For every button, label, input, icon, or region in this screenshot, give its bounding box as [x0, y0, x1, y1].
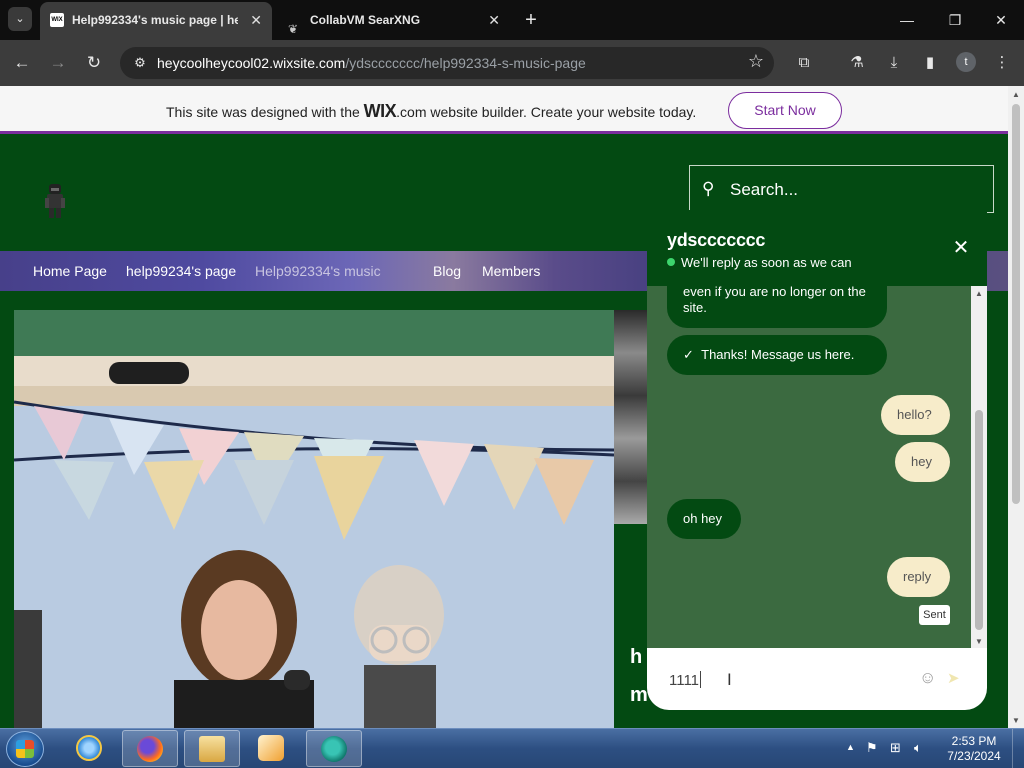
screen: ⌄ WIX Help992334's music page | hel ✕ ❦ … [0, 0, 1024, 768]
nav-help99234-page[interactable]: help99234's page [126, 263, 236, 279]
message-bubble: ✓ Thanks! Message us here. [667, 335, 887, 375]
nav-music-page[interactable]: Help992334's music [255, 263, 381, 279]
side-panel-icon[interactable]: ▮ [919, 52, 941, 74]
show-hidden-icons-chevron-icon[interactable]: ▲ [846, 742, 855, 752]
url-path: /ydsccccccc/help992334-s-music-page [345, 55, 586, 71]
start-button[interactable] [6, 731, 44, 767]
taskbar-file-explorer[interactable] [184, 730, 240, 767]
taskbar-chrome-app[interactable] [306, 730, 362, 767]
profile-avatar[interactable]: t [956, 52, 976, 72]
emoji-icon[interactable]: ☺ [919, 668, 936, 688]
mouse-ibeam-cursor: I [727, 670, 732, 689]
site-logo-avatar[interactable] [40, 184, 70, 220]
taskbar-internet-explorer[interactable] [62, 730, 118, 767]
hero-photo [14, 310, 614, 728]
site-search-input[interactable]: ⚲ Search... [689, 165, 994, 213]
chat-message-input[interactable]: 1111 I ☺ ➤ [647, 648, 987, 710]
taskbar-media-player[interactable] [244, 730, 300, 767]
extensions-icon[interactable]: ⧉ [793, 52, 815, 74]
browser-toolbar: ← → ↻ ⚙ heycoolheycool02.wixsite.com/yds… [0, 40, 1024, 86]
sent-status-label: Sent [919, 605, 950, 625]
chat-widget: ydsccccccc We'll reply as soon as we can… [647, 210, 987, 710]
message-bubble: hello? [881, 395, 950, 435]
partial-heading: m [630, 684, 648, 706]
message-bubble: even if you are no longer on the site. [667, 286, 887, 328]
nav-blog[interactable]: Blog [433, 263, 461, 279]
chat-scrollbar[interactable]: ▲ ▼ [971, 286, 987, 648]
tab-close-icon[interactable]: ✕ [250, 2, 262, 38]
message-bubble: hey [895, 442, 950, 482]
tab-music-page[interactable]: WIX Help992334's music page | hel ✕ [40, 2, 272, 40]
text-caret [700, 671, 702, 688]
scroll-down-arrow[interactable]: ▼ [1008, 716, 1024, 725]
scroll-thumb[interactable] [1012, 104, 1020, 504]
chat-header: ydsccccccc We'll reply as soon as we can… [647, 210, 987, 286]
scroll-up-arrow[interactable]: ▲ [1008, 90, 1024, 99]
windows-taskbar: ▲ ⚑ ⊞ 🔈︎ 2:53 PM 7/23/2024 [0, 728, 1024, 768]
browser-app-icon [321, 736, 347, 762]
tab-title: CollabVM SearXNG [310, 13, 421, 27]
site-info-icon[interactable]: ⚙ [130, 53, 150, 73]
new-tab-button[interactable]: + [520, 6, 542, 34]
tab-searxng[interactable]: ❦ CollabVM SearXNG ✕ [278, 4, 510, 36]
scroll-down-arrow[interactable]: ▼ [971, 637, 987, 646]
menu-kebab-icon[interactable]: ⋮ [991, 52, 1013, 74]
message-bubble: oh hey [667, 499, 741, 539]
wix-logo[interactable]: WIX [364, 101, 397, 121]
chat-messages[interactable]: even if you are no longer on the site. ✓… [647, 286, 987, 648]
reload-button[interactable]: ↻ [81, 50, 107, 76]
wix-banner-text: This site was designed with the WIX.com … [166, 101, 697, 121]
forward-button[interactable]: → [45, 50, 71, 76]
send-icon[interactable]: ➤ [947, 669, 960, 687]
chat-business-name: ydsccccccc [667, 230, 766, 250]
wix-ad-banner: This site was designed with the WIX.com … [0, 86, 1008, 134]
browser-tab-bar: ⌄ WIX Help992334's music page | hel ✕ ❦ … [0, 0, 1024, 40]
nav-home-page[interactable]: Home Page [33, 263, 107, 279]
folder-icon [199, 736, 225, 762]
search-icon: ⚲ [702, 179, 715, 198]
volume-icon[interactable]: 🔈︎ [914, 740, 922, 756]
side-image-strip [614, 310, 648, 524]
partial-heading: h [630, 646, 643, 668]
nav-members[interactable]: Members [482, 263, 540, 279]
clock-date: 7/23/2024 [947, 749, 1001, 763]
leaf-icon: ❦ [288, 22, 299, 36]
message-bubble: reply [887, 557, 950, 597]
firefox-icon [137, 736, 163, 762]
check-icon: ✓ [683, 347, 694, 362]
taskbar-clock[interactable]: 2:53 PM 7/23/2024 [945, 734, 1003, 764]
online-status-dot [667, 258, 675, 266]
tab-search-button[interactable]: ⌄ [8, 7, 32, 31]
back-button[interactable]: ← [9, 50, 35, 76]
maximize-button[interactable]: ❐ [932, 0, 978, 40]
address-bar[interactable]: ⚙ heycoolheycool02.wixsite.com/ydscccccc… [120, 47, 774, 79]
bookmark-star-icon[interactable]: ☆ [748, 51, 764, 72]
minimize-button[interactable]: — [884, 0, 930, 40]
search-placeholder: Search... [730, 180, 799, 199]
download-icon[interactable]: ⤓ [883, 52, 905, 74]
start-now-button[interactable]: Start Now [728, 92, 842, 129]
page-scrollbar[interactable]: ▲ ▼ [1008, 86, 1024, 728]
action-center-flag-icon[interactable]: ⚑ [866, 740, 878, 756]
internet-explorer-icon [76, 735, 102, 761]
labs-flask-icon[interactable]: ⚗ [846, 52, 868, 74]
url-text: heycoolheycool02.wixsite.com/ydsccccccc/… [157, 55, 586, 71]
chat-scroll-thumb[interactable] [975, 410, 983, 630]
chat-close-icon[interactable]: ✕ [949, 236, 973, 260]
close-window-button[interactable]: ✕ [978, 0, 1024, 40]
media-player-icon [258, 735, 284, 761]
network-icon[interactable]: ⊞ [890, 740, 901, 756]
tab-close-icon[interactable]: ✕ [488, 4, 500, 36]
wix-favicon-icon: WIX [50, 13, 64, 27]
scroll-up-arrow[interactable]: ▲ [971, 289, 987, 298]
show-desktop-button[interactable] [1012, 729, 1024, 768]
taskbar-firefox[interactable] [122, 730, 178, 767]
chat-input-value: 1111 [669, 671, 702, 689]
clock-time: 2:53 PM [951, 734, 997, 748]
windows-logo-icon [16, 740, 34, 758]
url-host: heycoolheycool02.wixsite.com [157, 55, 346, 71]
tab-title: Help992334's music page | hel [72, 13, 238, 27]
chat-status: We'll reply as soon as we can [667, 255, 852, 270]
